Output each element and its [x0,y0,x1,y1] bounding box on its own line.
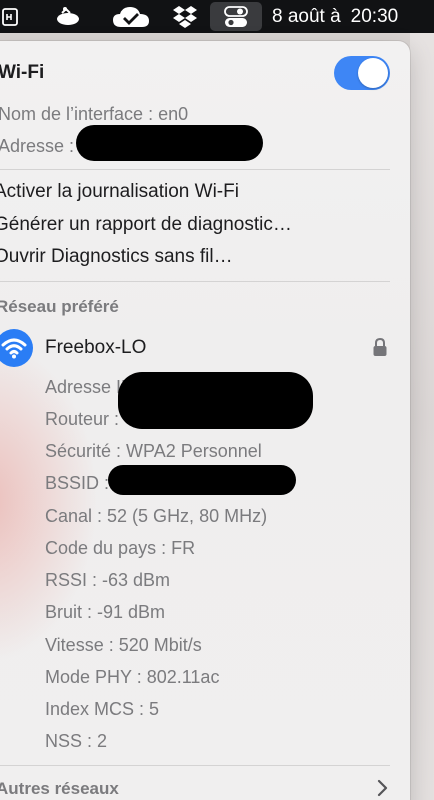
redacted-address [76,125,263,161]
phy-mode-row: Mode PHY : 802.11ac [45,667,220,687]
interface-name-row: Nom de l’interface : en0 [0,103,188,125]
nss-row: NSS : 2 [45,731,108,751]
menu-item-enable-logging[interactable]: Activer la journalisation Wi-Fi [0,181,239,203]
noise-row: Bruit : -91 dBm [45,602,166,622]
network-name[interactable]: Freebox-LO [45,337,146,359]
speed-row: Vitesse : 520 Mbit/s [45,635,202,655]
divider [0,169,390,170]
chevron-right-icon[interactable] [376,779,388,797]
lock-icon [372,337,388,357]
channel-row: Canal : 52 (5 GHz, 80 MHz) [45,506,268,526]
wifi-toggle[interactable] [334,56,390,90]
country-code-row: Code du pays : FR [45,538,196,558]
wifi-signal-icon [0,329,33,367]
mcs-index-row: Index MCS : 5 [45,699,160,719]
redacted-bssid [108,465,296,495]
router-label: Routeur : [45,409,120,429]
interface-value: en0 [158,104,189,124]
security-row: Sécurité : WPA2 Personnel [45,441,262,461]
menu-item-generate-report[interactable]: Générer un rapport de diagnostic… [0,214,292,236]
rssi-row: RSSI : -63 dBm [45,570,171,590]
wifi-menu-content: Wi-Fi Nom de l’interface : en0 Adresse :… [0,0,434,800]
menu-item-open-diagnostics[interactable]: Ouvrir Diagnostics sans fil… [0,246,233,268]
interface-label: Nom de l’interface : [0,104,154,124]
divider [0,281,390,282]
other-networks-item[interactable]: Autres réseaux [0,778,119,800]
wifi-toggle-knob [358,58,388,88]
bssid-label: BSSID : [45,473,110,493]
preferred-network-heading: Réseau préféré [0,297,119,316]
wifi-title: Wi-Fi [0,62,45,83]
address-label: Adresse : [0,136,75,156]
divider [0,765,390,766]
redacted-ip-router [118,372,313,429]
